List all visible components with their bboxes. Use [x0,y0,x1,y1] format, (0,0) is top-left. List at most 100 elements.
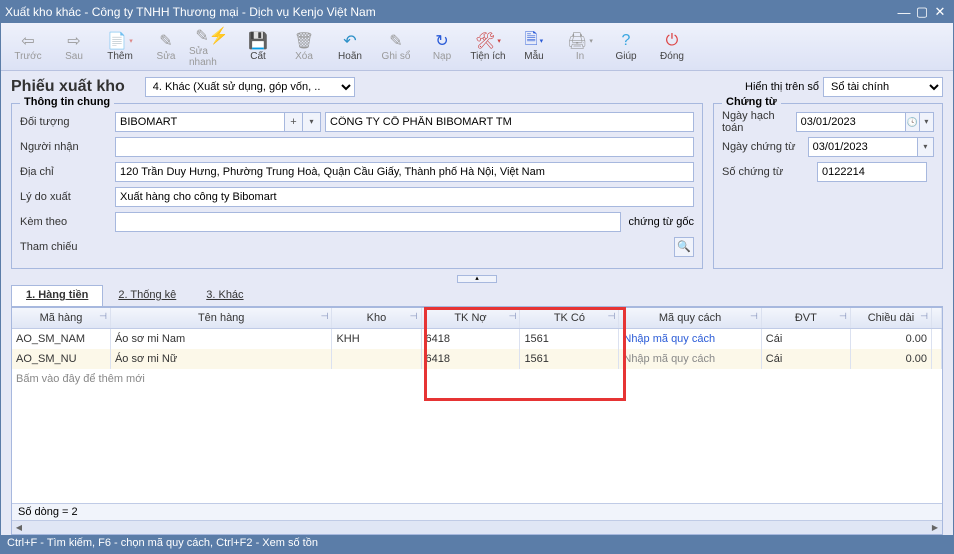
doc-no-label: Số chứng từ [722,166,817,178]
display-book-combo[interactable]: Sổ tài chính [823,77,943,97]
col-code[interactable]: Mã hàng⊣ [12,308,111,328]
scroll-right-icon[interactable]: ▶ [928,523,942,532]
doc-date-input[interactable] [808,137,918,157]
minimize-icon[interactable]: — [895,5,913,20]
cell-credit[interactable]: 1561 [520,349,619,369]
col-warehouse[interactable]: Kho⊣ [332,308,421,328]
new-row-hint[interactable]: Bấm vào đây để thêm mới [12,369,942,389]
cell-spec[interactable]: Nhập mã quy cách [619,329,761,349]
plus-doc-icon: 📄▾ [107,31,132,51]
close-icon[interactable]: ✕ [931,4,949,20]
help-button[interactable]: ?Giúp [603,25,649,69]
subject-label: Đối tượng [20,116,115,128]
statusbar: Ctrl+F - Tìm kiếm, F6 - chọn mã quy cách… [1,535,953,553]
display-label: Hiển thị trên sổ [745,81,819,93]
help-icon: ? [622,31,631,51]
save-button[interactable]: 💾Cất [235,25,281,69]
new-row[interactable]: Bấm vào đây để thêm mới [12,369,942,389]
subject-code-input[interactable] [115,112,285,132]
print-icon: 🖨▾ [567,31,593,51]
doc-date-label: Ngày chứng từ [722,141,808,153]
cell-length[interactable]: 0.00 [851,349,932,369]
h-scrollbar[interactable]: ◀ ▶ [12,520,942,534]
doc-fieldset: Chứng từ Ngày hạch toán 🕓 ▾ Ngày chứng t… [713,103,943,269]
receiver-input[interactable] [115,137,694,157]
doc-type-combo[interactable]: 4. Khác (Xuất sử dụng, góp vốn, .. [145,77,355,97]
attach-input[interactable] [115,212,621,232]
table-row[interactable]: AO_SM_NAMÁo sơ mi NamKHH64181561Nhập mã … [12,329,942,349]
quick-edit-button[interactable]: ✎⚡Sửa nhanh [189,25,235,69]
cell-warehouse[interactable]: KHH [332,329,421,349]
tab-stats[interactable]: 2. Thống kê [103,285,191,306]
subject-dropdown-button[interactable]: ▾ [303,112,321,132]
col-length[interactable]: Chiều dài⊣ [851,308,932,328]
cell-name[interactable]: Áo sơ mi Nam [111,329,333,349]
window-title: Xuất kho khác - Công ty TNHH Thương mại … [5,5,895,19]
next-button[interactable]: ⇨Sau [51,25,97,69]
doc-legend: Chứng từ [722,96,781,108]
date-dropdown-icon[interactable]: ▾ [918,137,934,157]
template-button[interactable]: 🗎▾Mẫu [511,25,557,69]
template-icon: 🗎▾ [525,31,543,51]
toolbar: ⇦Trước ⇨Sau 📄▾Thêm ✎Sửa ✎⚡Sửa nhanh 💾Cất… [1,23,953,71]
cell-credit[interactable]: 1561 [520,329,619,349]
collapse-handle[interactable]: ▴ [457,275,497,283]
pin-icon: ⊣ [509,311,517,322]
acc-date-input[interactable] [796,112,906,132]
col-spec[interactable]: Mã quy cách⊣ [619,308,761,328]
pin-icon: ⊣ [920,311,928,322]
undo-button[interactable]: ↶Hoãn [327,25,373,69]
tab-goods[interactable]: 1. Hàng tiền [11,285,103,306]
col-debit[interactable]: TK Nợ⊣ [422,308,521,328]
attach-label: Kèm theo [20,216,115,228]
reload-button[interactable]: ↻Nạp [419,25,465,69]
edit-button[interactable]: ✎Sửa [143,25,189,69]
reason-input[interactable] [115,187,694,207]
pencil-fast-icon: ✎⚡ [195,26,228,46]
cell-unit[interactable]: Cái [762,329,851,349]
pin-icon: ⊣ [410,311,418,322]
cell-warehouse[interactable] [332,349,421,369]
save-icon: 💾 [248,31,268,51]
pin-icon: ⊣ [321,311,329,322]
subject-name-input[interactable] [325,112,694,132]
cell-code[interactable]: AO_SM_NAM [12,329,111,349]
cell-length[interactable]: 0.00 [851,329,932,349]
ref-lookup-button[interactable]: 🔍 [674,237,694,257]
delete-button[interactable]: 🗑Xóa [281,25,327,69]
original-doc-label: chứng từ gốc [629,216,694,228]
add-button[interactable]: 📄▾Thêm [97,25,143,69]
col-unit[interactable]: ĐVT⊣ [762,308,851,328]
cell-name[interactable]: Áo sơ mi Nữ [111,349,333,369]
doc-no-input[interactable] [817,162,927,182]
cell-code[interactable]: AO_SM_NU [12,349,111,369]
address-input[interactable] [115,162,694,182]
cell-debit[interactable]: 6418 [422,349,521,369]
ref-label: Tham chiếu [20,241,115,253]
page-title: Phiếu xuất kho [11,78,125,96]
utility-button[interactable]: 🛠▾Tiện ích [465,25,511,69]
prev-button[interactable]: ⇦Trước [5,25,51,69]
cell-unit[interactable]: Cái [762,349,851,369]
table-row[interactable]: AO_SM_NUÁo sơ mi Nữ 64181561Nhập mã quy c… [12,349,942,369]
subject-add-button[interactable]: + [285,112,303,132]
cell-debit[interactable]: 6418 [422,329,521,349]
arrow-right-icon: ⇨ [67,31,80,51]
scroll-left-icon[interactable]: ◀ [12,523,26,532]
date-dropdown-icon[interactable]: ▾ [920,112,934,132]
maximize-icon[interactable]: ▢ [913,4,931,20]
tab-other[interactable]: 3. Khác [191,285,258,306]
record-button[interactable]: ✎Ghi sổ [373,25,419,69]
trash-icon: 🗑 [294,31,314,51]
cell-spec[interactable]: Nhập mã quy cách [619,349,761,369]
col-credit[interactable]: TK Có⊣ [520,308,619,328]
general-fieldset: Thông tin chung Đối tượng + ▾ Người nhận… [11,103,703,269]
grid-footer: Số dòng = 2 [12,503,942,520]
clock-icon[interactable]: 🕓 [906,112,920,132]
close-button[interactable]: ⏻Đóng [649,25,695,69]
col-name[interactable]: Tên hàng⊣ [111,308,333,328]
pin-icon: ⊣ [608,311,616,322]
items-grid: Mã hàng⊣ Tên hàng⊣ Kho⊣ TK Nợ⊣ TK Có⊣ Mã… [11,307,943,535]
col-extra [932,308,942,328]
print-button[interactable]: 🖨▾In [557,25,603,69]
